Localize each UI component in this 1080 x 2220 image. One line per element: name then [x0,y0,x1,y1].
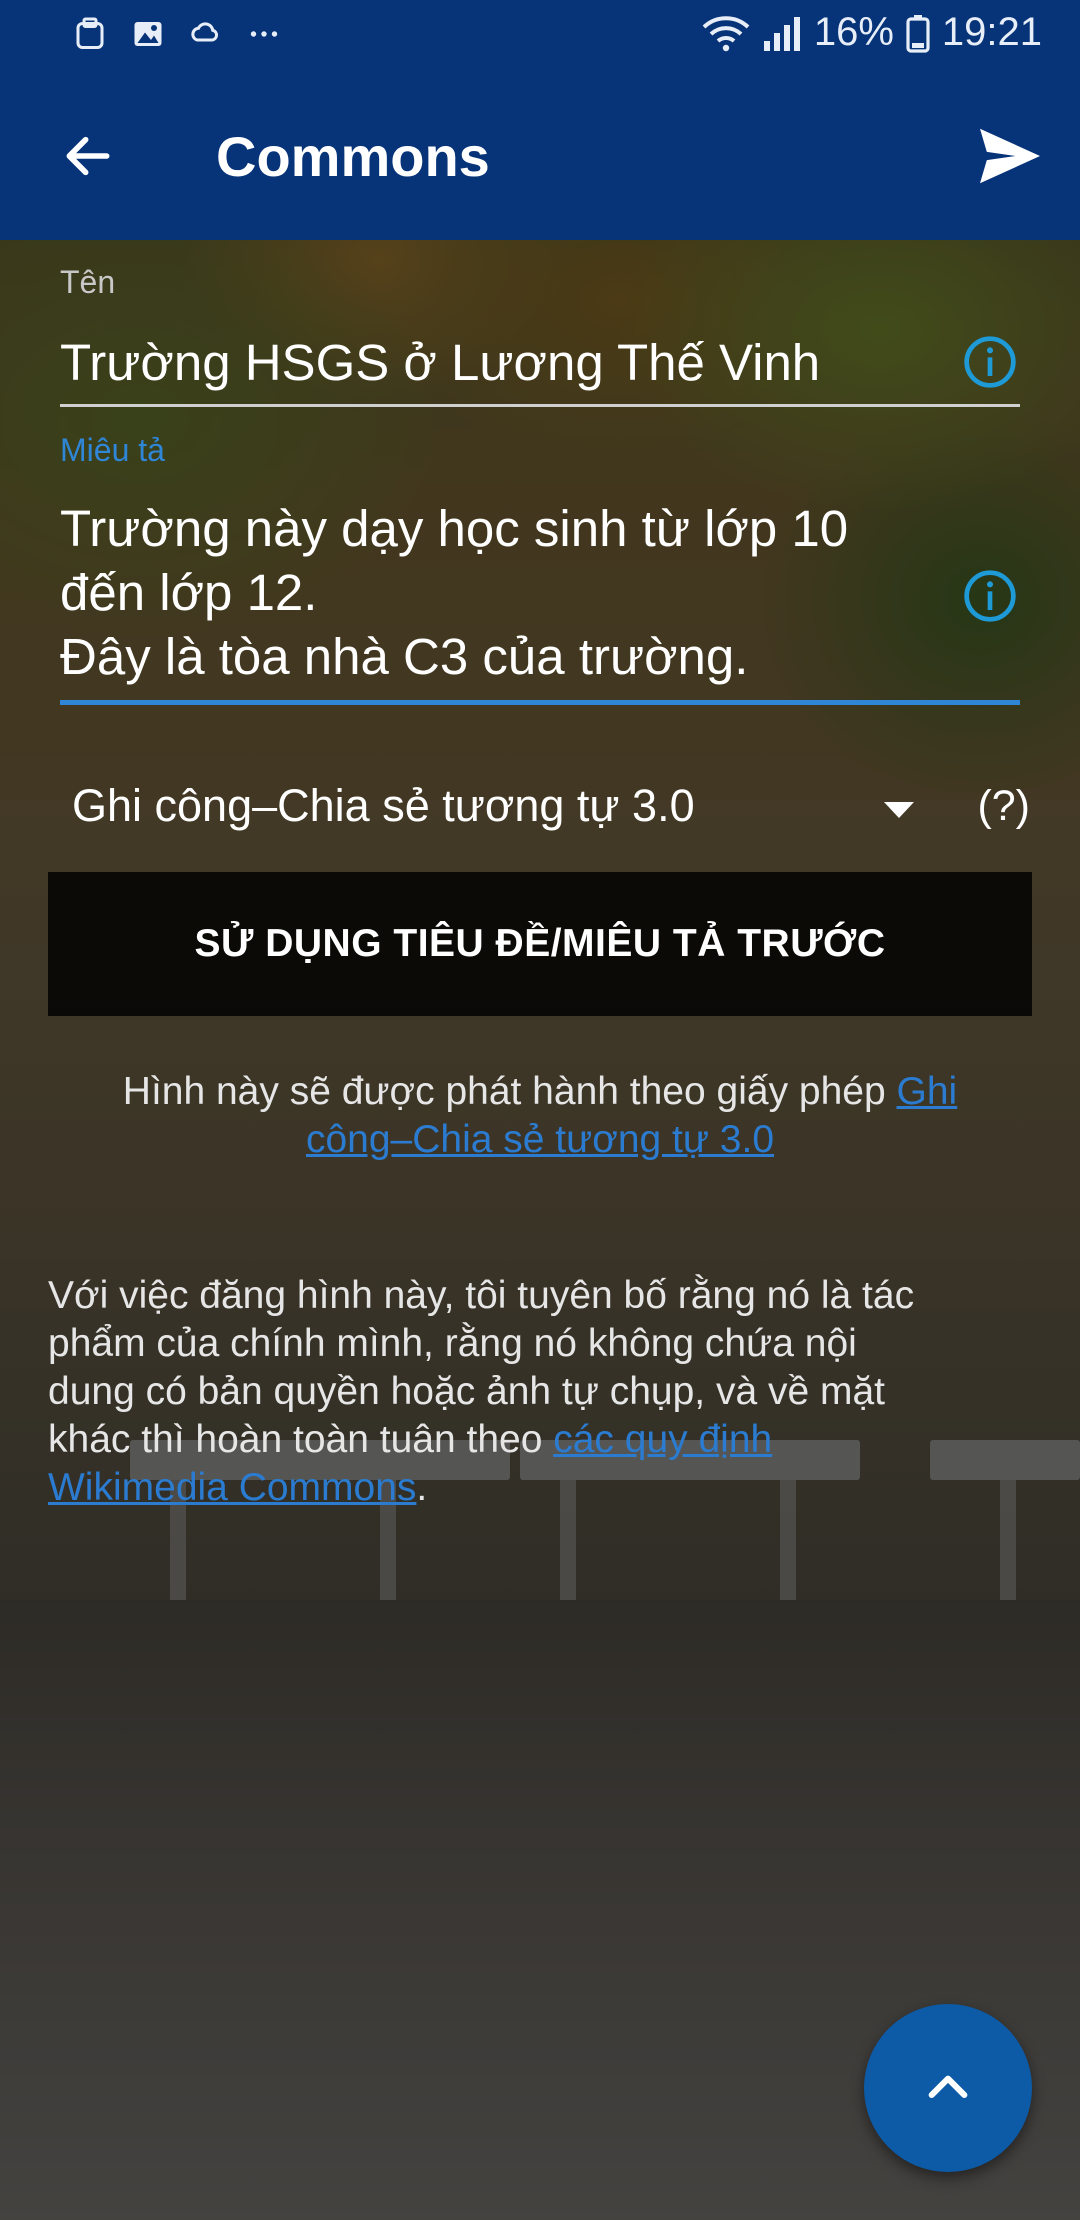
weather-icon [191,22,219,42]
info-icon[interactable] [962,334,1018,390]
declaration-body: Với việc đăng hình này, tôi tuyên bố rằn… [48,1274,915,1461]
license-selector[interactable]: Ghi công–Chia sẻ tương tự 3.0 (?) [60,770,1030,850]
declaration-text: Với việc đăng hình này, tôi tuyên bố rằn… [48,1272,948,1512]
clipboard-icon [76,17,104,49]
signal-icon [763,16,800,51]
license-help-link[interactable]: (?) [977,782,1030,831]
scroll-up-fab[interactable] [864,2004,1032,2172]
declaration-end: . [416,1466,428,1509]
description-label: Miêu tả [60,432,165,468]
send-icon [980,128,1040,184]
use-previous-title-button[interactable]: SỬ DỤNG TIÊU ĐỀ/MIÊU TẢ TRƯỚC [48,872,1032,1016]
license-selected[interactable]: Ghi công–Chia sẻ tương tự 3.0 [72,780,695,832]
more-dots-icon [250,31,278,37]
description-input[interactable]: Trường này dạy học sinh từ lớp 10 đến lớ… [60,497,1020,689]
description-underline [60,700,1020,705]
battery-percent: 16% [813,10,894,54]
arrow-back-icon [66,136,110,176]
title-field[interactable]: Tên Trường HSGS ở Lương Thế Vinh [60,264,1020,395]
battery-icon [906,14,930,53]
wifi-icon [702,15,750,51]
page-title: Commons [216,125,490,188]
gallery-icon [134,22,162,46]
license-note: Hình này sẽ được phát hành theo giấy phé… [90,1068,990,1164]
clock: 19:21 [941,10,1042,54]
title-label: Tên [60,264,116,300]
description-field[interactable]: Miêu tả Trường này dạy học sinh từ lớp 1… [60,432,1020,689]
app-bar: Commons [0,72,1080,240]
title-underline [60,404,1020,407]
chevron-up-icon [928,2075,968,2099]
info-icon[interactable] [962,568,1018,624]
license-note-text: Hình này sẽ được phát hành theo giấy phé… [122,1070,897,1113]
back-button[interactable] [48,116,128,196]
status-bar: 16% 19:21 [0,0,1080,72]
title-input[interactable]: Trường HSGS ở Lương Thế Vinh [60,331,1020,395]
send-button[interactable] [970,116,1050,196]
dropdown-arrow-icon[interactable] [882,800,916,820]
